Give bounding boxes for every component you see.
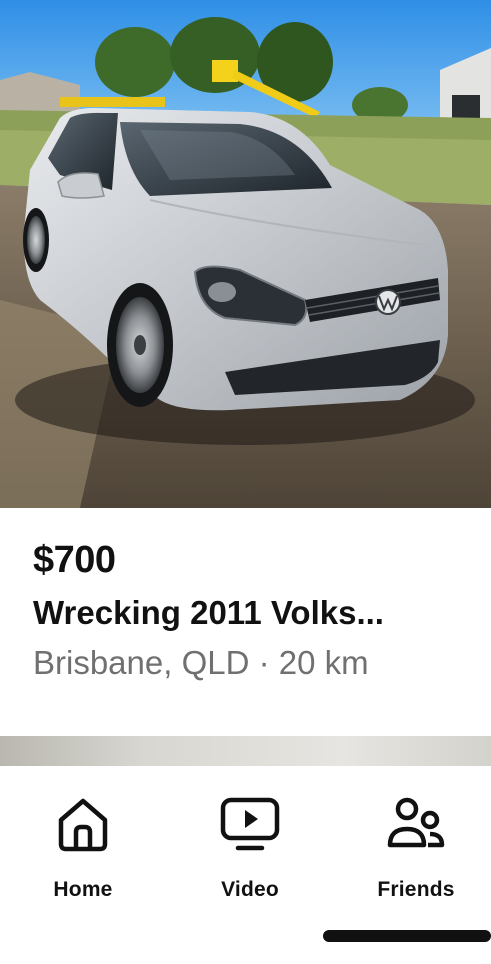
nav-label-friends: Friends xyxy=(377,878,455,901)
car-photo-illustration xyxy=(0,0,491,508)
listing-title: Wrecking 2011 Volks... xyxy=(33,594,384,631)
next-listing-preview[interactable] xyxy=(0,736,491,766)
nav-tab-friends[interactable]: Friends xyxy=(346,792,486,912)
listing-details[interactable]: $700 Wrecking 2011 Volks... Brisbane, QL… xyxy=(33,532,475,688)
home-indicator-bar[interactable] xyxy=(323,930,491,942)
friends-icon xyxy=(384,792,448,856)
marketplace-listing-screen: $700 Wrecking 2011 Volks... Brisbane, QL… xyxy=(0,0,491,964)
nav-label-video: Video xyxy=(221,878,279,901)
video-icon xyxy=(218,792,282,856)
nav-tab-home[interactable]: Home xyxy=(13,792,153,912)
nav-tab-video[interactable]: Video xyxy=(180,792,320,912)
listing-photo[interactable] xyxy=(0,0,491,508)
home-icon xyxy=(51,792,115,856)
listing-price: $700 xyxy=(33,539,116,581)
nav-label-home: Home xyxy=(53,878,113,901)
listing-location: Brisbane, QLD · 20 km xyxy=(33,644,369,681)
